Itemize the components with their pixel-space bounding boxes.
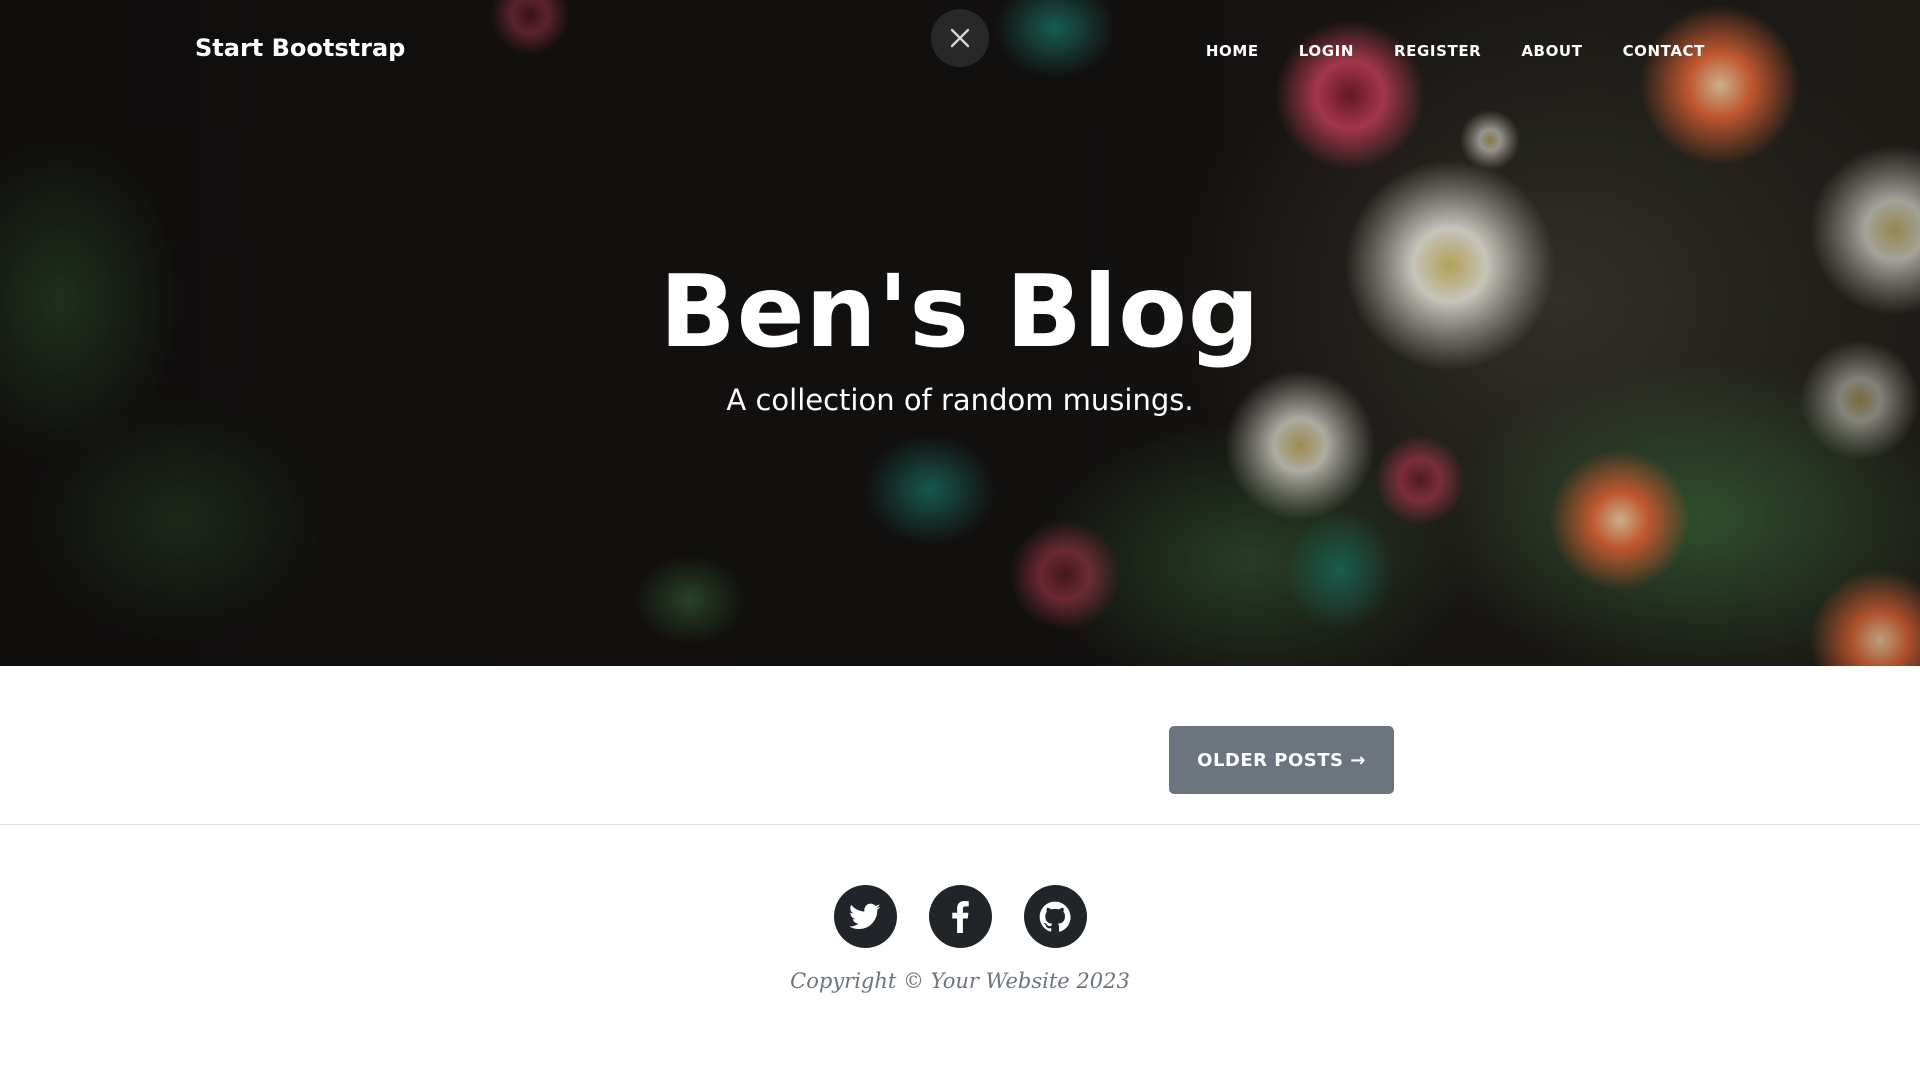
nav-link-login[interactable]: LOGIN (1299, 42, 1354, 60)
close-button[interactable] (931, 9, 989, 67)
page-title: Ben's Blog (659, 253, 1261, 370)
facebook-button[interactable] (928, 885, 992, 948)
nav-link-register[interactable]: REGISTER (1394, 42, 1481, 60)
facebook-icon (952, 900, 969, 933)
copyright-text: Copyright © Your Website 2023 (790, 969, 1130, 993)
twitter-button[interactable] (833, 885, 897, 948)
github-button[interactable] (1023, 885, 1087, 948)
nav-link-home[interactable]: HOME (1206, 42, 1259, 60)
older-posts-button[interactable]: OLDER POSTS → (1169, 726, 1394, 794)
navbar: Start Bootstrap HOME LOGIN REGISTER ABOU… (0, 0, 1920, 104)
twitter-icon (849, 903, 881, 929)
page-subtitle: A collection of random musings. (726, 383, 1194, 417)
nav-link-contact[interactable]: CONTACT (1623, 42, 1705, 60)
nav-link-about[interactable]: ABOUT (1521, 42, 1582, 60)
footer (0, 825, 1920, 1080)
site-heading: Ben's Blog A collection of random musing… (0, 252, 1920, 420)
masthead: Start Bootstrap HOME LOGIN REGISTER ABOU… (0, 0, 1920, 666)
navbar-brand[interactable]: Start Bootstrap (195, 34, 405, 62)
main-content: OLDER POSTS → (0, 666, 1920, 825)
close-icon (950, 28, 970, 48)
github-icon (1039, 901, 1071, 932)
social-links (0, 885, 1920, 948)
nav-links: HOME LOGIN REGISTER ABOUT CONTACT (1206, 42, 1705, 60)
